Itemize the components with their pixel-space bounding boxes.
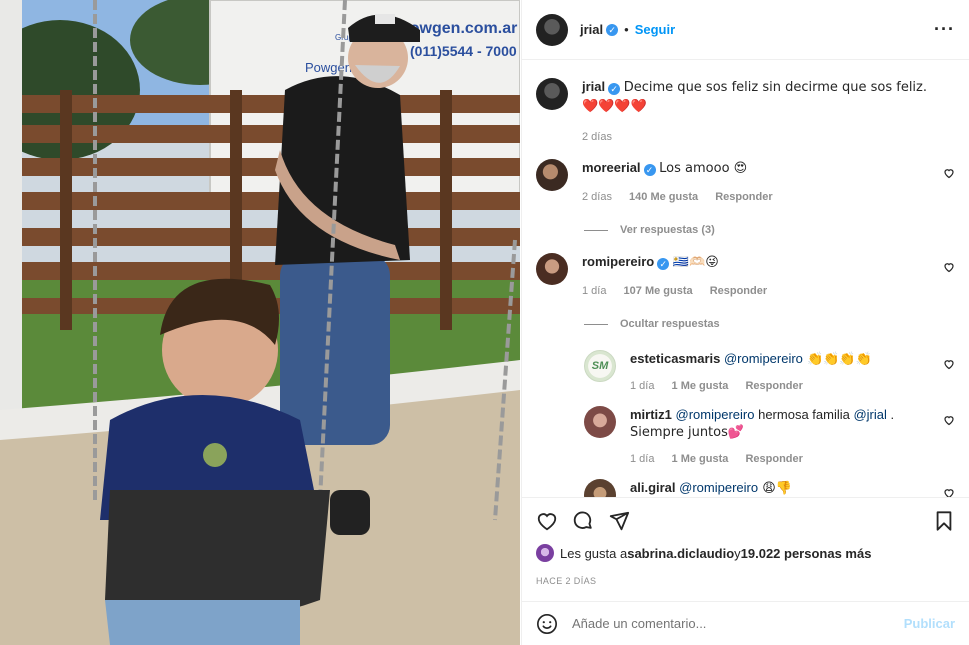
replies-line bbox=[584, 323, 608, 325]
action-icons-row bbox=[536, 498, 955, 544]
reply-button[interactable]: Responder bbox=[715, 191, 772, 203]
verified-badge-icon: ✓ bbox=[606, 23, 619, 36]
post-timestamp[interactable]: HACE 2 DÍAS bbox=[536, 576, 955, 586]
comment-username[interactable]: romipereiro bbox=[582, 254, 654, 269]
save-bookmark-icon[interactable] bbox=[933, 510, 955, 532]
publish-button[interactable]: Publicar bbox=[904, 616, 955, 631]
reply-username[interactable]: mirtiz1 bbox=[630, 407, 672, 422]
reply-text-line2: Siempre juntos💕 bbox=[630, 425, 745, 440]
likes-summary: Les gusta a sabrina.diclaudio y 19.022 p… bbox=[536, 544, 955, 562]
verified-badge-icon: ✓ bbox=[608, 83, 621, 95]
caption-username[interactable]: jrial bbox=[582, 79, 605, 94]
reply-item: ali.giral @romipereiro 😩👎 bbox=[584, 479, 955, 497]
more-options-icon[interactable]: ··· bbox=[934, 19, 955, 40]
caption-text: Decime que sos feliz sin decirme que sos… bbox=[582, 80, 928, 114]
photo-illustration: powgen.com.ar (011)5544 - 7000 Grupos El… bbox=[0, 0, 520, 645]
comment-time[interactable]: 1 día bbox=[582, 285, 606, 297]
comment-like-heart-icon[interactable] bbox=[943, 261, 955, 273]
like-heart-icon[interactable] bbox=[536, 510, 558, 532]
comment-likes[interactable]: 140 Me gusta bbox=[629, 191, 698, 203]
replies-list: SM esteticasmaris @romipereiro 👏👏👏👏 1 dí… bbox=[584, 350, 955, 497]
separator-dot: • bbox=[624, 22, 629, 37]
reply-avatar[interactable]: SM bbox=[584, 350, 616, 382]
author-avatar[interactable] bbox=[536, 13, 568, 46]
comment-item: romipereiro ✓ 🇺🇾🫶🏻😜 1 día 107 Me gusta Re… bbox=[536, 253, 955, 300]
likes-count[interactable]: 19.022 personas más bbox=[741, 546, 872, 561]
reply-item: SM esteticasmaris @romipereiro 👏👏👏👏 1 dí… bbox=[584, 350, 955, 395]
liker-username[interactable]: sabrina.diclaudio bbox=[627, 546, 734, 561]
reply-mention[interactable]: @romipereiro bbox=[676, 407, 755, 422]
comments-list[interactable]: jrial ✓ Decime que sos feliz sin decirme … bbox=[522, 61, 969, 497]
reply-text-end: . bbox=[886, 407, 895, 422]
instagram-post-modal: powgen.com.ar (011)5544 - 7000 Grupos El… bbox=[0, 0, 969, 645]
post-photo[interactable]: powgen.com.ar (011)5544 - 7000 Grupos El… bbox=[0, 0, 520, 645]
comment-bubble-icon[interactable] bbox=[572, 510, 594, 532]
reply-likes[interactable]: 1 Me gusta bbox=[672, 380, 729, 392]
emoji-smiley-icon[interactable] bbox=[536, 613, 558, 635]
reply-text: 👏👏👏👏 bbox=[802, 352, 872, 367]
reply-button[interactable]: Responder bbox=[745, 380, 802, 392]
author-username[interactable]: jrial bbox=[580, 22, 603, 37]
reply-mention[interactable]: @romipereiro bbox=[679, 480, 758, 495]
caption: jrial ✓ Decime que sos feliz sin decirme … bbox=[536, 78, 955, 146]
replies-line bbox=[584, 229, 608, 231]
follow-button[interactable]: Seguir bbox=[635, 22, 675, 37]
comment-text: 🇺🇾🫶🏻😜 bbox=[672, 255, 719, 270]
verified-badge-icon: ✓ bbox=[657, 258, 670, 270]
comment-username[interactable]: moreerial bbox=[582, 160, 641, 175]
reply-avatar[interactable] bbox=[584, 479, 616, 497]
commenter-avatar[interactable] bbox=[536, 159, 568, 191]
reply-mention[interactable]: @romipereiro bbox=[724, 351, 803, 366]
reply-likes[interactable]: 1 Me gusta bbox=[672, 453, 729, 465]
share-send-icon[interactable] bbox=[608, 510, 630, 532]
sign-phone: (011)5544 - 7000 bbox=[410, 43, 517, 59]
verified-badge-icon: ✓ bbox=[643, 164, 656, 176]
reply-username[interactable]: esteticasmaris bbox=[630, 351, 720, 366]
reply-mention-2[interactable]: @jrial bbox=[853, 407, 886, 422]
post-header: jrial ✓ • Seguir ··· bbox=[522, 0, 969, 60]
comment-input[interactable] bbox=[572, 616, 904, 631]
hide-replies-toggle[interactable]: Ocultar respuestas bbox=[584, 318, 955, 330]
reply-like-heart-icon[interactable] bbox=[943, 358, 955, 370]
view-replies-label[interactable]: Ver respuestas (3) bbox=[620, 224, 715, 236]
post-actions: Les gusta a sabrina.diclaudio y 19.022 p… bbox=[522, 497, 969, 605]
reply-time[interactable]: 1 día bbox=[630, 453, 654, 465]
hide-replies-label[interactable]: Ocultar respuestas bbox=[620, 318, 720, 330]
reply-button[interactable]: Responder bbox=[710, 285, 767, 297]
caption-time[interactable]: 2 días bbox=[582, 131, 612, 143]
reply-text: hermosa familia bbox=[754, 407, 854, 422]
comment-text: Los amooo 😍 bbox=[659, 161, 748, 176]
reply-item: mirtiz1 @romipereiro hermosa familia @jr… bbox=[584, 406, 955, 468]
caption-avatar[interactable] bbox=[536, 78, 568, 110]
reply-like-heart-icon[interactable] bbox=[943, 414, 955, 426]
comment-like-heart-icon[interactable] bbox=[943, 167, 955, 179]
reply-username[interactable]: ali.giral bbox=[630, 480, 676, 495]
likes-prefix: Les gusta a bbox=[560, 545, 628, 561]
commenter-avatar[interactable] bbox=[536, 253, 568, 285]
add-comment-bar: Publicar bbox=[522, 601, 969, 645]
reply-avatar[interactable] bbox=[584, 406, 616, 438]
post-side-panel: jrial ✓ • Seguir ··· jrial ✓ Decime que s… bbox=[521, 0, 969, 645]
reply-text: 😩👎 bbox=[758, 481, 792, 496]
comment-likes[interactable]: 107 Me gusta bbox=[624, 285, 693, 297]
comment-time[interactable]: 2 días bbox=[582, 191, 612, 203]
view-replies-toggle[interactable]: Ver respuestas (3) bbox=[584, 224, 955, 236]
reply-like-heart-icon[interactable] bbox=[943, 487, 955, 497]
liker-avatar[interactable] bbox=[536, 544, 554, 562]
reply-button[interactable]: Responder bbox=[745, 453, 802, 465]
sign-side: Powgen bbox=[305, 60, 352, 75]
comment-item: moreerial ✓ Los amooo 😍 2 días 140 Me gus… bbox=[536, 159, 955, 206]
reply-time[interactable]: 1 día bbox=[630, 380, 654, 392]
